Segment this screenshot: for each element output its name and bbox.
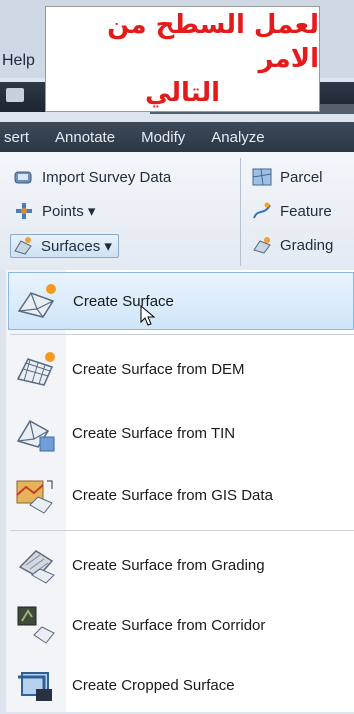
grading-label: Grading: [280, 236, 334, 254]
menu-item-surface-from-grading[interactable]: Create Surface from Grading: [8, 536, 354, 594]
surfaces-button[interactable]: Surfaces ▾: [10, 234, 119, 258]
menu-item-surface-from-gis[interactable]: Create Surface from GIS Data: [8, 466, 354, 524]
surface-gis-icon: [16, 480, 53, 514]
menu-item-label: Create Surface from Corridor: [72, 616, 266, 634]
menu-help[interactable]: Help: [2, 52, 35, 70]
parcel-button[interactable]: Parcel: [252, 168, 323, 186]
annotation-box: لعمل السطح من الامر التالي: [45, 6, 320, 112]
menu-item-cropped-surface[interactable]: Create Cropped Surface: [8, 656, 354, 714]
menu-item-label: Create Surface: [73, 292, 174, 310]
feature-line-icon: [253, 202, 271, 219]
feature-button[interactable]: Feature: [252, 202, 332, 220]
surface-tin-icon: [16, 419, 55, 452]
menu-item-label: Create Surface from DEM: [72, 360, 245, 378]
menu-item-create-surface[interactable]: Create Surface: [8, 272, 354, 330]
parcel-icon: [252, 168, 272, 186]
menu-item-label: Create Cropped Surface: [72, 676, 235, 694]
tab-annotate[interactable]: Annotate: [55, 129, 115, 146]
surfaces-icon: [14, 237, 32, 255]
ribbon-tabs: sert Annotate Modify Analyze: [0, 122, 354, 152]
menu-separator: [10, 530, 354, 531]
mouse-cursor-icon: [140, 305, 156, 326]
points-button[interactable]: Points ▾: [14, 202, 95, 220]
annotation-line-2: التالي: [144, 78, 221, 108]
surface-corridor-icon: [17, 606, 55, 644]
grading-icon: [253, 237, 271, 254]
ribbon-separator: [240, 158, 241, 266]
cropped-surface-icon: [18, 672, 52, 701]
menu-item-label: Create Surface from GIS Data: [72, 486, 273, 504]
annotation-line-1: لعمل السطح من الامر: [107, 10, 319, 74]
surface-dem-icon: [16, 352, 55, 386]
import-survey-button[interactable]: Import Survey Data: [14, 168, 171, 186]
menu-separator: [10, 334, 354, 335]
surfaces-label: Surfaces ▾: [41, 238, 112, 255]
import-survey-icon: [14, 171, 32, 184]
points-icon: [16, 203, 32, 219]
parcel-label: Parcel: [280, 168, 323, 186]
menu-item-surface-from-corridor[interactable]: Create Surface from Corridor: [8, 596, 354, 654]
tab-insert[interactable]: sert: [4, 129, 29, 146]
points-label: Points ▾: [42, 203, 96, 220]
tab-analyze[interactable]: Analyze: [211, 129, 264, 146]
import-survey-label: Import Survey Data: [42, 168, 172, 186]
create-surface-icon: [17, 284, 56, 318]
print-icon[interactable]: [6, 88, 24, 102]
feature-label: Feature: [280, 202, 332, 220]
menu-item-surface-from-tin[interactable]: Create Surface from TIN: [8, 404, 354, 462]
menu-item-label: Create Surface from TIN: [72, 424, 236, 442]
menu-item-label: Create Surface from Grading: [72, 556, 265, 574]
menu-item-surface-from-dem[interactable]: Create Surface from DEM: [8, 340, 354, 398]
grading-button[interactable]: Grading: [252, 236, 333, 254]
tab-modify[interactable]: Modify: [141, 129, 185, 146]
surface-grading-icon: [18, 550, 55, 584]
